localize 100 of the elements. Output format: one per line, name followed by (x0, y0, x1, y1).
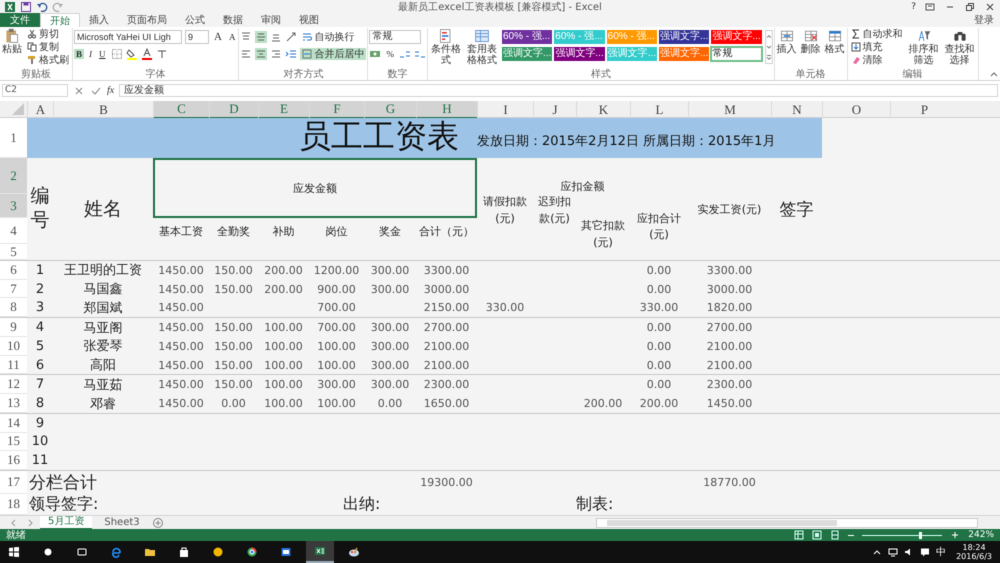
row-header[interactable]: 13 (0, 394, 27, 413)
ribbon-tab[interactable]: 公式 (176, 13, 214, 27)
phonetic-icon[interactable] (156, 48, 168, 60)
row-header[interactable]: 15 (0, 432, 27, 452)
ribbon-display-icon[interactable] (924, 0, 936, 12)
cell-style-swatch[interactable]: 强调文字... (711, 30, 762, 44)
clear-button[interactable]: 清除 (848, 54, 905, 66)
row-header[interactable]: 7 (0, 280, 27, 298)
save-icon[interactable] (20, 0, 32, 12)
cell-style-swatch[interactable]: 60% - 强... (502, 30, 552, 44)
row-header[interactable]: 9 (0, 318, 27, 337)
ribbon-tab[interactable]: 数据 (214, 13, 252, 27)
row-header[interactable]: 2 (0, 158, 27, 194)
taskbar-button[interactable] (306, 541, 334, 563)
normal-view-icon[interactable] (794, 530, 804, 540)
align-left-icon[interactable] (240, 48, 252, 60)
row-header[interactable]: 10 (0, 336, 27, 356)
sheet-tab[interactable]: 5月工资 (40, 516, 92, 530)
fill-color-icon[interactable] (126, 48, 138, 60)
ribbon-tab[interactable]: 视图 (290, 13, 328, 27)
grow-font-button[interactable]: A (212, 31, 224, 43)
add-sheet-icon[interactable] (152, 516, 164, 528)
currency-icon[interactable] (369, 48, 382, 60)
zoom-level[interactable]: 242% (968, 530, 994, 540)
column-header[interactable]: C (153, 101, 209, 119)
format-cells-button[interactable]: 格式 (824, 28, 846, 55)
cell-style-swatch[interactable]: 强调文字... (554, 47, 605, 61)
help-button[interactable]: ? (911, 2, 916, 12)
row-header[interactable]: 17 (0, 471, 27, 494)
orientation-icon[interactable] (285, 31, 298, 43)
insert-cells-button[interactable]: 插入 (776, 28, 798, 55)
ribbon-tab[interactable]: 文件 (0, 13, 40, 27)
horizontal-scrollbar[interactable] (596, 518, 978, 528)
find-select-button[interactable]: 查找和选择 (942, 28, 977, 66)
column-header[interactable]: D (209, 101, 258, 119)
selected-merged-cell[interactable]: 应发金额 (153, 158, 477, 218)
align-right-icon[interactable] (270, 48, 282, 60)
cell-style-swatch[interactable]: 常规 (711, 47, 762, 61)
restore-icon[interactable] (964, 0, 976, 12)
font-color-icon[interactable] (140, 48, 153, 60)
input-method-indicator[interactable]: 中 (936, 545, 946, 559)
border-icon[interactable] (110, 48, 123, 60)
gallery-scroll-icon[interactable] (764, 30, 773, 64)
column-header[interactable]: F (309, 101, 364, 119)
align-middle-icon[interactable] (255, 31, 268, 43)
row-header[interactable]: 18 (0, 494, 27, 515)
copy-button[interactable]: 复制 (25, 41, 71, 53)
paste-button[interactable]: 粘贴 (1, 28, 23, 55)
row-header[interactable]: 5 (0, 244, 27, 260)
network-icon[interactable] (888, 547, 898, 557)
format-painter-button[interactable]: 格式刷 (25, 54, 71, 66)
font-name-field[interactable]: Microsoft YaHei UI Ligh (74, 30, 182, 44)
row-header[interactable]: 1 (0, 118, 27, 158)
row-header[interactable]: 16 (0, 451, 27, 470)
zoom-in-icon[interactable] (950, 530, 960, 540)
indent-icon[interactable] (285, 48, 298, 60)
fill-button[interactable]: 填充 (848, 41, 905, 53)
format-as-table-button[interactable]: 套用表格格式 (464, 28, 499, 66)
collapse-ribbon-icon[interactable] (990, 71, 998, 77)
sign-in-link[interactable]: 登录 (968, 13, 1000, 27)
align-center-icon[interactable] (255, 48, 268, 60)
formula-field[interactable]: 应发金额 (119, 84, 998, 97)
conditional-format-button[interactable]: 条件格式 (428, 28, 463, 66)
row-header[interactable]: 3 (0, 194, 27, 218)
row-header[interactable]: 6 (0, 261, 27, 280)
row-header[interactable]: 12 (0, 375, 27, 394)
cell-style-swatch[interactable]: 强调文字... (658, 30, 710, 44)
ribbon-tab[interactable]: 审阅 (252, 13, 290, 27)
name-box[interactable]: C2 (2, 84, 68, 97)
ribbon-tab[interactable]: 页面布局 (118, 13, 176, 27)
sheet-tab[interactable]: Sheet3 (96, 516, 148, 528)
italic-button[interactable]: I (87, 49, 94, 59)
shrink-font-button[interactable]: A (226, 32, 238, 42)
sort-filter-button[interactable]: 排序和筛选 (906, 28, 941, 66)
wrap-text-button[interactable]: 自动换行 (300, 31, 356, 43)
undo-icon[interactable] (36, 0, 48, 12)
row-header[interactable]: 11 (0, 356, 27, 374)
delete-cells-button[interactable]: 删除 (800, 28, 822, 55)
column-header[interactable]: H (416, 101, 477, 119)
autosum-button[interactable]: 自动求和 (848, 28, 905, 40)
cancel-icon[interactable] (73, 84, 85, 96)
notification-icon[interactable] (920, 547, 930, 557)
clock[interactable]: 18:24 2016/6/3 (952, 543, 996, 561)
cut-button[interactable]: 剪切 (25, 28, 71, 40)
close-icon[interactable] (984, 0, 996, 12)
ribbon-tab[interactable]: 插入 (80, 13, 118, 27)
merge-center-button[interactable]: 合并后居中 (300, 48, 366, 60)
font-size-field[interactable]: 9 (185, 30, 209, 44)
number-format-field[interactable]: 常规 (369, 30, 422, 44)
underline-button[interactable]: U (97, 49, 108, 59)
insert-function-button[interactable]: fx (107, 85, 114, 96)
cell-style-swatch[interactable]: 强调文字... (502, 47, 552, 61)
row-header[interactable]: 14 (0, 414, 27, 433)
column-header[interactable]: E (258, 101, 309, 119)
page-break-icon[interactable] (830, 530, 840, 540)
row-header[interactable]: 8 (0, 298, 27, 318)
ribbon-tab[interactable]: 开始 (40, 13, 80, 27)
page-layout-icon[interactable] (812, 530, 822, 540)
row-header[interactable]: 4 (0, 218, 27, 244)
percent-button[interactable]: % (384, 49, 396, 59)
